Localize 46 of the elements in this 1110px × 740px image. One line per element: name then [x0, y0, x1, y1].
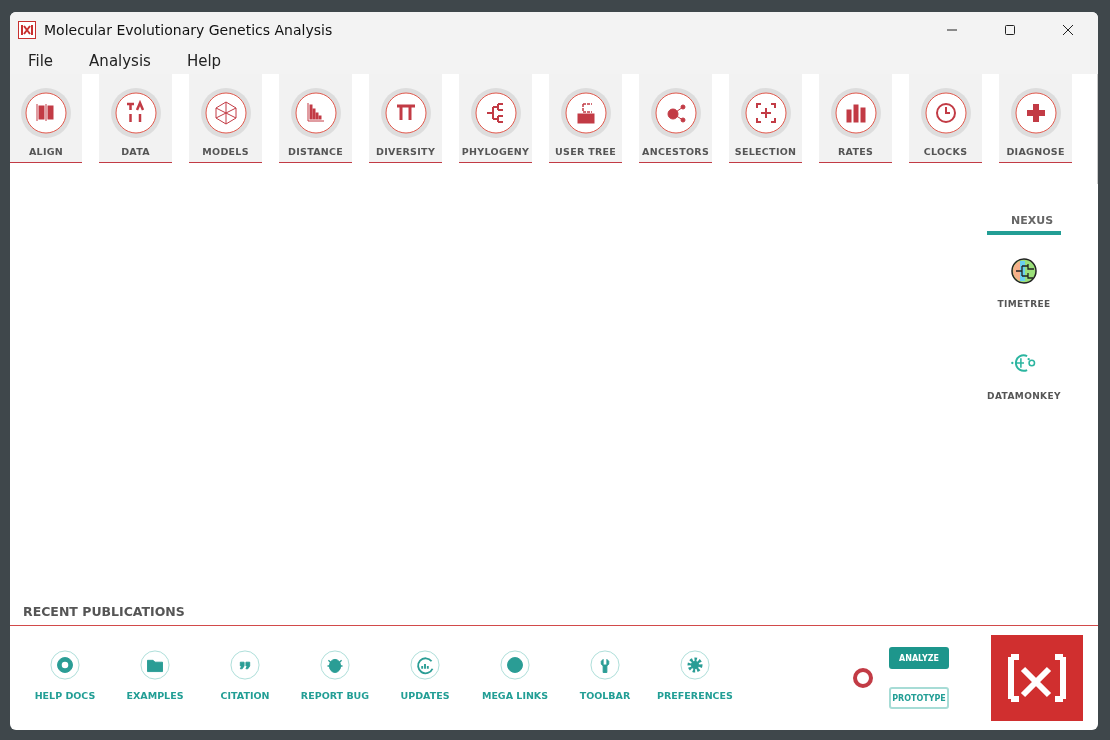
nexus-link[interactable]: DATAMONKEY	[987, 349, 1061, 401]
clock-icon	[919, 87, 972, 139]
toolbar-button[interactable]: DATA	[99, 74, 173, 163]
app-logo-icon	[18, 21, 36, 39]
close-icon[interactable]	[1062, 24, 1074, 36]
menu-item[interactable]: File	[28, 52, 54, 70]
bar-chart-icon	[829, 87, 882, 139]
toolbar-button[interactable]: MODELS	[189, 74, 263, 163]
toolbar-button[interactable]: ALIGN	[10, 74, 83, 163]
nexus-tab[interactable]: NEXUS	[987, 214, 1061, 235]
toolbar-button[interactable]: DIVERSITY	[369, 74, 443, 163]
bar-steps-icon	[289, 87, 342, 139]
pi-icon	[379, 87, 432, 139]
letters-icon	[109, 87, 162, 139]
network-icon	[199, 87, 252, 139]
align-bars-icon	[20, 87, 73, 139]
toolbar-button[interactable]: DISTANCE	[279, 74, 353, 163]
maximize-icon[interactable]	[1004, 24, 1016, 36]
mode-button[interactable]: ANALYZE	[889, 647, 949, 669]
colored-tree-globe-icon	[1010, 257, 1038, 285]
menu-item[interactable]: Help	[186, 52, 222, 70]
wrench-icon	[590, 649, 620, 680]
refresh-icon	[410, 649, 440, 680]
section-heading: RECENT PUBLICATIONS	[23, 603, 185, 619]
quote-icon	[230, 649, 260, 680]
toolbar-button[interactable]: RATES	[819, 74, 893, 163]
tree-table-icon	[559, 87, 612, 139]
footer-link[interactable]: UPDATES	[380, 649, 470, 701]
toolbar-button[interactable]: ANCESTORS	[639, 74, 713, 163]
nexus-link[interactable]: TIMETREE	[997, 257, 1051, 309]
nodes-icon	[649, 87, 702, 139]
folder-icon	[140, 649, 170, 680]
lifebuoy-icon	[50, 649, 80, 680]
menu-item[interactable]: Analysis	[89, 52, 151, 70]
bug-icon	[320, 649, 350, 680]
toolbar-button[interactable]: PHYLOGENY	[459, 74, 533, 163]
tree-icon	[469, 87, 522, 139]
target-plus-icon	[739, 87, 792, 139]
toolbar-button[interactable]: USER TREE	[549, 74, 623, 163]
lifebuoy-icon[interactable]	[853, 668, 873, 688]
plus-icon	[1009, 87, 1062, 139]
toolbar-button[interactable]: CLOCKS	[909, 74, 983, 163]
gear-icon	[680, 649, 710, 680]
toolbar-button[interactable]: DIAGNOSE	[999, 74, 1073, 163]
toolbar-button[interactable]: SELECTION	[729, 74, 803, 163]
window-title: Molecular Evolutionary Genetics Analysis	[44, 22, 334, 38]
